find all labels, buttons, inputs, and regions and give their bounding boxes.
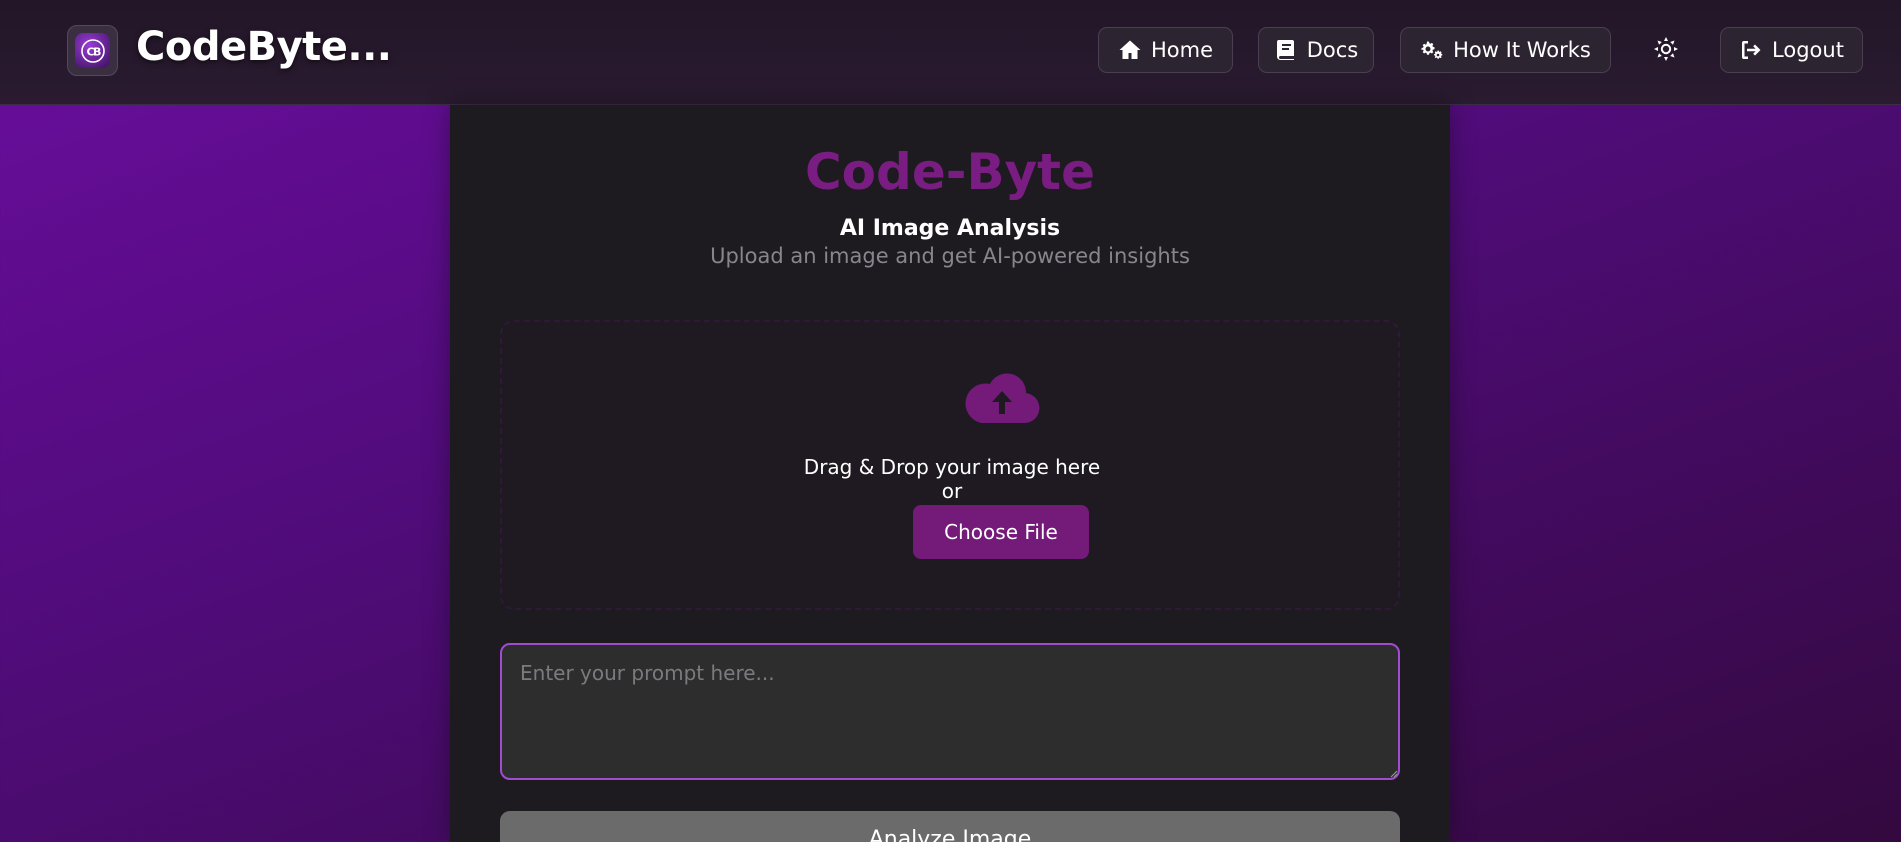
- gears-icon: [1421, 41, 1443, 59]
- home-icon: [1119, 40, 1141, 59]
- analysis-card: Code-Byte AI Image Analysis Upload an im…: [450, 105, 1450, 842]
- nav-how-it-works-label: How It Works: [1453, 38, 1591, 62]
- svg-text:B: B: [93, 45, 101, 58]
- nav-docs-button[interactable]: Docs: [1258, 27, 1374, 73]
- choose-file-button[interactable]: Choose File: [913, 505, 1089, 559]
- brand-title[interactable]: CodeByte...: [136, 24, 392, 70]
- nav-docs-label: Docs: [1306, 38, 1359, 62]
- cloud-upload-icon: [965, 373, 1040, 423]
- dropzone-text: Drag & Drop your image here: [803, 455, 1101, 479]
- nav-home-button[interactable]: Home: [1098, 27, 1233, 73]
- logo[interactable]: C B: [67, 25, 118, 76]
- analyze-image-button[interactable]: Analyze Image: [500, 811, 1400, 842]
- logout-button[interactable]: Logout: [1720, 27, 1863, 73]
- page-title: Code-Byte: [804, 143, 1095, 201]
- book-icon: [1276, 40, 1294, 60]
- page-subtitle: AI Image Analysis: [839, 216, 1061, 241]
- dropzone-or-text: or: [941, 479, 963, 503]
- page-tagline: Upload an image and get AI-powered insig…: [710, 244, 1190, 268]
- prompt-input[interactable]: [500, 643, 1400, 780]
- top-navbar: C B CodeByte... Home Docs How It Works L…: [0, 0, 1901, 105]
- logout-label: Logout: [1772, 38, 1844, 62]
- logout-icon: [1742, 41, 1761, 59]
- logo-mark-icon: C B: [75, 33, 110, 68]
- image-dropzone[interactable]: Drag & Drop your image here or Choose Fi…: [500, 320, 1400, 610]
- nav-home-label: Home: [1150, 38, 1213, 62]
- resize-grip-icon[interactable]: [1390, 770, 1398, 778]
- nav-how-it-works-button[interactable]: How It Works: [1400, 27, 1611, 73]
- theme-toggle-button[interactable]: [1651, 34, 1681, 64]
- sun-icon: [1654, 37, 1678, 61]
